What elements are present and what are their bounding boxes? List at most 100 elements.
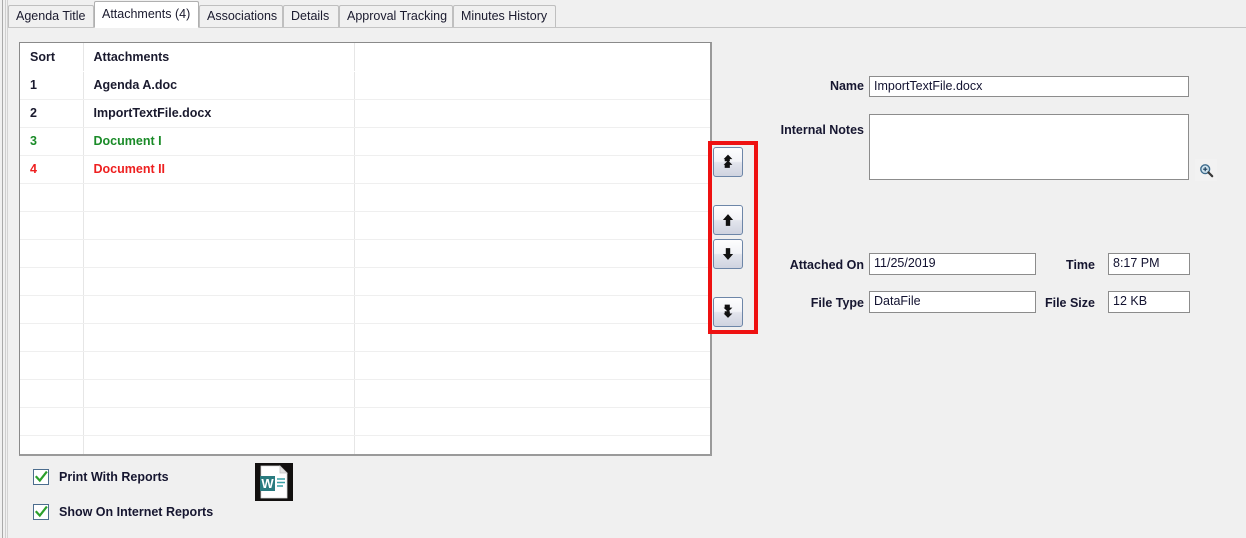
- cell-extra: [354, 71, 710, 100]
- column-header-sort[interactable]: Sort: [20, 43, 84, 72]
- cell-empty: [354, 407, 710, 436]
- column-header-attachments[interactable]: Attachments: [83, 43, 355, 72]
- attachments-table: Sort Attachments 1 Agenda A.doc 2 ImportTex…: [20, 43, 710, 454]
- tab-approval-tracking[interactable]: Approval Tracking: [339, 5, 453, 27]
- cell-empty: [354, 211, 710, 240]
- cell-extra: [354, 127, 710, 156]
- checkbox-show-on-internet-reports[interactable]: [33, 504, 49, 520]
- cell-empty: [354, 239, 710, 268]
- cell-empty: [83, 183, 355, 212]
- table-row-empty[interactable]: [20, 183, 710, 212]
- tab-associations[interactable]: Associations: [199, 5, 283, 27]
- tab-attachments-4[interactable]: Attachments (4): [94, 1, 199, 28]
- cell-empty: [20, 407, 84, 436]
- word-document-glyph: W: [260, 465, 288, 499]
- table-row[interactable]: 4 Document II: [20, 155, 710, 184]
- window-left-edge: [0, 0, 8, 538]
- cell-empty: [83, 407, 355, 436]
- column-header-extra[interactable]: [354, 43, 710, 72]
- time-field[interactable]: 8:17 PM: [1108, 253, 1190, 275]
- word-document-icon[interactable]: W: [255, 463, 293, 501]
- cell-empty: [20, 183, 84, 212]
- attachments-tab-screen: Agenda Title Attachments (4) Associations D…: [0, 0, 1246, 538]
- cell-empty: [20, 351, 84, 380]
- cell-empty: [20, 295, 84, 324]
- tab-details[interactable]: Details: [283, 5, 339, 27]
- table-row-empty[interactable]: [20, 211, 710, 240]
- word-icon-letter: W: [261, 476, 274, 491]
- cell-sort: 1: [20, 71, 84, 100]
- magnifier-plus-icon[interactable]: [1195, 159, 1217, 181]
- move-to-top-button[interactable]: [713, 147, 743, 177]
- cell-empty: [20, 323, 84, 352]
- table-row-empty[interactable]: [20, 323, 710, 352]
- table-header: Sort Attachments: [20, 43, 710, 72]
- table-row-empty[interactable]: [20, 295, 710, 324]
- cell-empty: [354, 435, 710, 454]
- table-body: 1 Agenda A.doc 2 ImportTextFile.docx 3 Docume…: [20, 71, 710, 454]
- table-row-empty[interactable]: [20, 239, 710, 268]
- cell-name: ImportTextFile.docx: [83, 99, 355, 128]
- checkbox-print-with-reports[interactable]: [33, 469, 49, 485]
- move-down-button[interactable]: [713, 239, 743, 269]
- move-to-bottom-button[interactable]: [713, 297, 743, 327]
- cell-empty: [83, 267, 355, 296]
- checkbox-label: Show On Internet Reports: [59, 505, 214, 519]
- cell-empty: [20, 379, 84, 408]
- tab-agenda-title[interactable]: Agenda Title: [8, 5, 94, 27]
- cell-empty: [354, 351, 710, 380]
- cell-sort: 3: [20, 127, 84, 156]
- double-up-arrow-icon: [723, 154, 733, 168]
- attachments-grid[interactable]: Sort Attachments 1 Agenda A.doc 2 ImportTex…: [19, 42, 712, 456]
- file-size-field[interactable]: 12 KB: [1108, 291, 1190, 313]
- double-down-arrow-icon: [723, 304, 733, 318]
- table-row[interactable]: 1 Agenda A.doc: [20, 71, 710, 100]
- internal-notes-label: Internal Notes: [780, 123, 864, 137]
- internal-notes-field[interactable]: [869, 114, 1189, 180]
- cell-empty: [354, 379, 710, 408]
- cell-name: Document II: [83, 155, 355, 184]
- table-row-empty[interactable]: [20, 407, 710, 436]
- file-size-label: File Size: [1044, 296, 1095, 310]
- cell-empty: [83, 351, 355, 380]
- table-row[interactable]: 2 ImportTextFile.docx: [20, 99, 710, 128]
- cell-empty: [354, 267, 710, 296]
- checkbox-row-show-on-internet-reports[interactable]: Show On Internet Reports: [33, 504, 213, 520]
- name-field[interactable]: ImportTextFile.docx: [869, 76, 1189, 97]
- tab-strip: Agenda Title Attachments (4) Associations D…: [8, 0, 1246, 28]
- table-row-empty[interactable]: [20, 351, 710, 380]
- check-icon: [34, 506, 48, 518]
- table-header-row: Sort Attachments: [20, 43, 710, 72]
- name-label: Name: [829, 79, 864, 93]
- cell-empty: [83, 435, 355, 454]
- table-row[interactable]: 3 Document I: [20, 127, 710, 156]
- table-row-empty[interactable]: [20, 435, 710, 454]
- table-row-empty[interactable]: [20, 379, 710, 408]
- cell-name: Agenda A.doc: [83, 71, 355, 100]
- cell-empty: [20, 211, 84, 240]
- cell-empty: [83, 379, 355, 408]
- cell-empty: [83, 239, 355, 268]
- cell-name: Document I: [83, 127, 355, 156]
- cell-empty: [83, 295, 355, 324]
- check-icon: [34, 471, 48, 483]
- cell-empty: [354, 323, 710, 352]
- tab-minutes-history[interactable]: Minutes History: [453, 5, 556, 27]
- cell-empty: [354, 183, 710, 212]
- cell-extra: [354, 155, 710, 184]
- table-row-empty[interactable]: [20, 267, 710, 296]
- cell-empty: [20, 239, 84, 268]
- checkbox-label: Print With Reports: [59, 470, 169, 484]
- move-up-button[interactable]: [713, 205, 743, 235]
- cell-extra: [354, 99, 710, 128]
- down-arrow-icon: [722, 248, 734, 260]
- cell-empty: [354, 295, 710, 324]
- cell-empty: [83, 211, 355, 240]
- cell-empty: [20, 267, 84, 296]
- magnifier-plus-glyph: [1199, 163, 1213, 177]
- cell-empty: [20, 435, 84, 454]
- cell-sort: 2: [20, 99, 84, 128]
- cell-sort: 4: [20, 155, 84, 184]
- checkbox-row-print-with-reports[interactable]: Print With Reports: [33, 469, 169, 485]
- up-arrow-icon: [722, 214, 734, 226]
